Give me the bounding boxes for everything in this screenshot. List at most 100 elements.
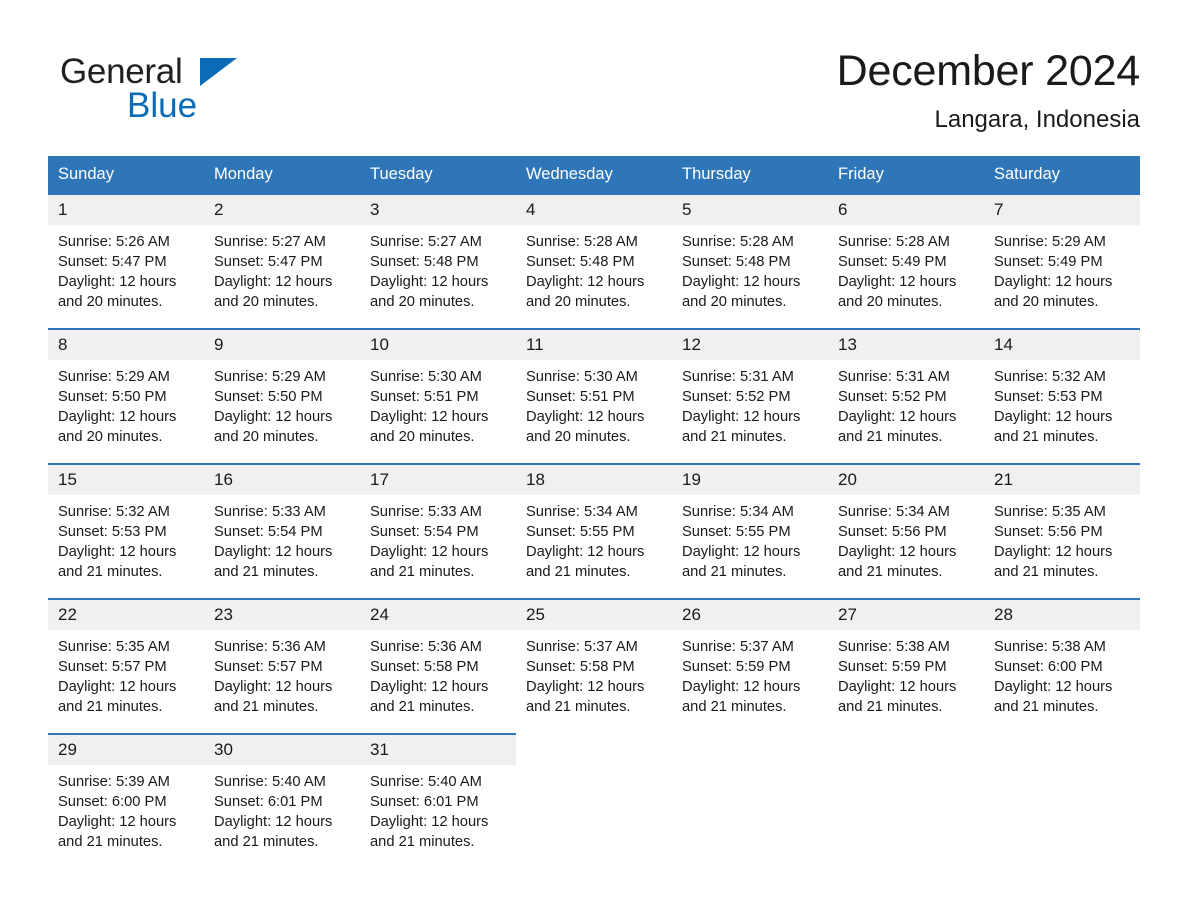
calendar-day-cell[interactable]: 4 Sunrise: 5:28 AM Sunset: 5:48 PM Daylight… bbox=[516, 193, 672, 329]
calendar-day-cell[interactable]: 15 Sunrise: 5:32 AM Sunset: 5:53 PM Dayligh… bbox=[48, 463, 204, 599]
sunrise-text: Sunrise: 5:40 AM bbox=[370, 774, 482, 790]
calendar-empty-cell bbox=[828, 734, 984, 869]
sunset-text: Sunset: 5:57 PM bbox=[214, 659, 323, 675]
calendar-day-cell[interactable]: 22 Sunrise: 5:35 AM Sunset: 5:57 PM Dayligh… bbox=[48, 598, 204, 734]
sunrise-text: Sunrise: 5:28 AM bbox=[682, 234, 794, 250]
day-info: Sunrise: 5:32 AM Sunset: 5:53 PM Daylight:… bbox=[984, 360, 1140, 447]
calendar-day-cell[interactable]: 20 Sunrise: 5:34 AM Sunset: 5:56 PM Dayligh… bbox=[828, 463, 984, 599]
page-header: General Blue December 2024 Langara, Indo… bbox=[48, 0, 1141, 133]
daylight-text: Daylight: 12 hours bbox=[682, 544, 801, 560]
day-info: Sunrise: 5:37 AM Sunset: 5:59 PM Daylight:… bbox=[672, 630, 828, 717]
sunset-text: Sunset: 5:52 PM bbox=[682, 389, 791, 405]
day-info: Sunrise: 5:28 AM Sunset: 5:48 PM Daylight:… bbox=[516, 225, 672, 312]
calendar-day-cell[interactable]: 3 Sunrise: 5:27 AM Sunset: 5:48 PM Daylight… bbox=[360, 193, 516, 329]
calendar-day-cell[interactable]: 30 Sunrise: 5:40 AM Sunset: 6:01 PM Dayligh… bbox=[204, 733, 360, 869]
sunset-text: Sunset: 6:00 PM bbox=[58, 794, 167, 810]
calendar-day-cell[interactable]: 9 Sunrise: 5:29 AM Sunset: 5:50 PM Daylight… bbox=[204, 328, 360, 464]
calendar-day-cell[interactable]: 12 Sunrise: 5:31 AM Sunset: 5:52 PM Dayligh… bbox=[672, 328, 828, 464]
sunset-text: Sunset: 5:54 PM bbox=[214, 524, 323, 540]
calendar-day-cell[interactable]: 29 Sunrise: 5:39 AM Sunset: 6:00 PM Dayligh… bbox=[48, 733, 204, 869]
daylight-text: and 21 minutes. bbox=[682, 429, 787, 445]
calendar-day-cell[interactable]: 18 Sunrise: 5:34 AM Sunset: 5:55 PM Dayligh… bbox=[516, 463, 672, 599]
daylight-text: Daylight: 12 hours bbox=[994, 679, 1113, 695]
sunset-text: Sunset: 5:56 PM bbox=[838, 524, 947, 540]
page-title: December 2024 bbox=[836, 47, 1141, 95]
sunrise-text: Sunrise: 5:34 AM bbox=[682, 504, 794, 520]
daylight-text: Daylight: 12 hours bbox=[682, 274, 801, 290]
calendar-day-cell[interactable]: 21 Sunrise: 5:35 AM Sunset: 5:56 PM Dayligh… bbox=[984, 463, 1140, 599]
sunrise-text: Sunrise: 5:28 AM bbox=[838, 234, 950, 250]
calendar-day-cell[interactable]: 10 Sunrise: 5:30 AM Sunset: 5:51 PM Dayligh… bbox=[360, 328, 516, 464]
calendar-day-cell[interactable]: 11 Sunrise: 5:30 AM Sunset: 5:51 PM Dayligh… bbox=[516, 328, 672, 464]
daylight-text: Daylight: 12 hours bbox=[58, 274, 177, 290]
daylight-text: and 21 minutes. bbox=[994, 699, 1099, 715]
calendar-body: 1 Sunrise: 5:26 AM Sunset: 5:47 PM Daylight… bbox=[48, 193, 1140, 869]
calendar-day-cell[interactable]: 5 Sunrise: 5:28 AM Sunset: 5:48 PM Daylight… bbox=[672, 193, 828, 329]
weekday-header-friday: Friday bbox=[828, 156, 984, 194]
calendar-day-cell[interactable]: 28 Sunrise: 5:38 AM Sunset: 6:00 PM Dayligh… bbox=[984, 598, 1140, 734]
calendar-day-cell[interactable]: 23 Sunrise: 5:36 AM Sunset: 5:57 PM Dayligh… bbox=[204, 598, 360, 734]
calendar-day-cell[interactable]: 6 Sunrise: 5:28 AM Sunset: 5:49 PM Daylight… bbox=[828, 193, 984, 329]
calendar-day-cell[interactable]: 26 Sunrise: 5:37 AM Sunset: 5:59 PM Dayligh… bbox=[672, 598, 828, 734]
daylight-text: and 20 minutes. bbox=[838, 294, 943, 310]
day-number: 17 bbox=[360, 465, 516, 495]
daylight-text: and 21 minutes. bbox=[214, 564, 319, 580]
generalblue-logo[interactable]: General Blue bbox=[48, 44, 308, 123]
day-number: 19 bbox=[672, 465, 828, 495]
daylight-text: and 21 minutes. bbox=[214, 834, 319, 850]
day-info: Sunrise: 5:31 AM Sunset: 5:52 PM Daylight:… bbox=[672, 360, 828, 447]
weekday-header-tuesday: Tuesday bbox=[360, 156, 516, 194]
sunrise-text: Sunrise: 5:36 AM bbox=[370, 639, 482, 655]
calendar-day-cell[interactable]: 8 Sunrise: 5:29 AM Sunset: 5:50 PM Daylight… bbox=[48, 328, 204, 464]
calendar-day-cell[interactable]: 1 Sunrise: 5:26 AM Sunset: 5:47 PM Daylight… bbox=[48, 193, 204, 329]
calendar-page: General Blue December 2024 Langara, Indo… bbox=[0, 0, 1188, 918]
calendar-day-cell[interactable]: 7 Sunrise: 5:29 AM Sunset: 5:49 PM Daylight… bbox=[984, 193, 1140, 329]
daylight-text: and 20 minutes. bbox=[526, 294, 631, 310]
daylight-text: and 20 minutes. bbox=[214, 294, 319, 310]
day-number: 6 bbox=[828, 195, 984, 225]
daylight-text: Daylight: 12 hours bbox=[214, 544, 333, 560]
day-number: 27 bbox=[828, 600, 984, 630]
sunrise-text: Sunrise: 5:34 AM bbox=[838, 504, 950, 520]
sunrise-text: Sunrise: 5:29 AM bbox=[58, 369, 170, 385]
day-info: Sunrise: 5:36 AM Sunset: 5:57 PM Daylight:… bbox=[204, 630, 360, 717]
sunrise-text: Sunrise: 5:40 AM bbox=[214, 774, 326, 790]
sunset-text: Sunset: 6:01 PM bbox=[370, 794, 479, 810]
daylight-text: and 21 minutes. bbox=[58, 564, 163, 580]
weekday-header-sunday: Sunday bbox=[48, 156, 204, 194]
weekday-header-wednesday: Wednesday bbox=[516, 156, 672, 194]
day-number: 22 bbox=[48, 600, 204, 630]
calendar-day-cell[interactable]: 14 Sunrise: 5:32 AM Sunset: 5:53 PM Dayligh… bbox=[984, 328, 1140, 464]
calendar-day-cell[interactable]: 19 Sunrise: 5:34 AM Sunset: 5:55 PM Dayligh… bbox=[672, 463, 828, 599]
sunset-text: Sunset: 5:47 PM bbox=[58, 254, 167, 270]
day-number: 23 bbox=[204, 600, 360, 630]
daylight-text: and 21 minutes. bbox=[838, 699, 943, 715]
calendar-day-cell[interactable]: 24 Sunrise: 5:36 AM Sunset: 5:58 PM Dayligh… bbox=[360, 598, 516, 734]
day-number: 11 bbox=[516, 330, 672, 360]
day-info: Sunrise: 5:29 AM Sunset: 5:50 PM Daylight:… bbox=[48, 360, 204, 447]
daylight-text: and 20 minutes. bbox=[682, 294, 787, 310]
daylight-text: and 20 minutes. bbox=[58, 429, 163, 445]
day-info: Sunrise: 5:34 AM Sunset: 5:55 PM Daylight:… bbox=[672, 495, 828, 582]
day-info: Sunrise: 5:37 AM Sunset: 5:58 PM Daylight:… bbox=[516, 630, 672, 717]
daylight-text: Daylight: 12 hours bbox=[214, 409, 333, 425]
day-number: 5 bbox=[672, 195, 828, 225]
calendar-day-cell[interactable]: 16 Sunrise: 5:33 AM Sunset: 5:54 PM Dayligh… bbox=[204, 463, 360, 599]
weekday-header-saturday: Saturday bbox=[984, 156, 1140, 194]
daylight-text: and 20 minutes. bbox=[370, 294, 475, 310]
calendar-day-cell[interactable]: 17 Sunrise: 5:33 AM Sunset: 5:54 PM Dayligh… bbox=[360, 463, 516, 599]
sunset-text: Sunset: 5:59 PM bbox=[682, 659, 791, 675]
day-info: Sunrise: 5:38 AM Sunset: 5:59 PM Daylight:… bbox=[828, 630, 984, 717]
day-info: Sunrise: 5:30 AM Sunset: 5:51 PM Daylight:… bbox=[360, 360, 516, 447]
sunset-text: Sunset: 5:51 PM bbox=[526, 389, 635, 405]
calendar-day-cell[interactable]: 27 Sunrise: 5:38 AM Sunset: 5:59 PM Dayligh… bbox=[828, 598, 984, 734]
calendar-empty-cell bbox=[984, 734, 1140, 869]
day-number bbox=[516, 734, 672, 764]
calendar-day-cell[interactable]: 31 Sunrise: 5:40 AM Sunset: 6:01 PM Dayligh… bbox=[360, 733, 516, 869]
sunrise-text: Sunrise: 5:38 AM bbox=[994, 639, 1106, 655]
day-number: 16 bbox=[204, 465, 360, 495]
calendar-day-cell[interactable]: 2 Sunrise: 5:27 AM Sunset: 5:47 PM Daylight… bbox=[204, 193, 360, 329]
calendar-empty-cell bbox=[672, 734, 828, 869]
calendar-day-cell[interactable]: 25 Sunrise: 5:37 AM Sunset: 5:58 PM Dayligh… bbox=[516, 598, 672, 734]
calendar-day-cell[interactable]: 13 Sunrise: 5:31 AM Sunset: 5:52 PM Dayligh… bbox=[828, 328, 984, 464]
